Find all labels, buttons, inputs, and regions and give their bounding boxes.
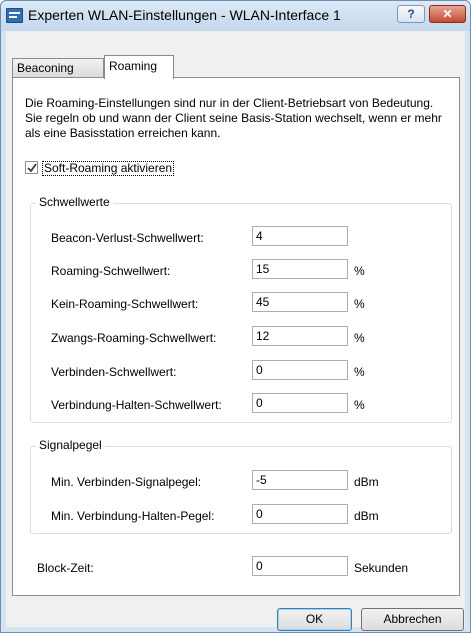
field-label: Min. Verbinden-Signalpegel:	[51, 475, 202, 489]
min-verbindung-halten-pegel-input[interactable]: 0	[252, 504, 348, 524]
help-button[interactable]: ?	[397, 5, 425, 23]
soft-roaming-checkbox[interactable]	[25, 161, 38, 174]
block-zeit-input[interactable]: 0	[252, 556, 348, 576]
cancel-button[interactable]: Abbrechen	[361, 608, 464, 631]
checkmark-icon	[27, 163, 37, 173]
zwangs-roaming-input[interactable]: 12	[252, 326, 348, 346]
beacon-verlust-input[interactable]: 4	[252, 226, 348, 246]
field-label: Min. Verbindung-Halten-Pegel:	[51, 509, 215, 523]
block-zeit-label: Block-Zeit:	[37, 561, 94, 575]
field-label: Zwangs-Roaming-Schwellwert:	[51, 331, 217, 345]
group-schwellwerte-title: Schwellwerte	[36, 195, 113, 209]
close-button[interactable]: ✕	[429, 5, 466, 23]
roaming-schwellwert-input[interactable]: 15	[252, 259, 348, 279]
unit-label: Sekunden	[354, 561, 409, 575]
roaming-description: Die Roaming-Einstellungen sind nur in de…	[25, 96, 442, 140]
unit-label: dBm	[354, 475, 379, 489]
group-signalpegel-title: Signalpegel	[36, 438, 105, 452]
verbinden-schwellwert-input[interactable]: 0	[252, 360, 348, 380]
field-label: Kein-Roaming-Schwellwert:	[51, 297, 199, 311]
field-label: Verbinden-Schwellwert:	[51, 365, 177, 379]
window-title: Experten WLAN-Einstellungen - WLAN-Inter…	[28, 7, 341, 23]
unit-label: %	[354, 264, 365, 278]
verbindung-halten-schwellwert-input[interactable]: 0	[252, 393, 348, 413]
unit-label: %	[354, 331, 365, 345]
unit-label: %	[354, 297, 365, 311]
kein-roaming-input[interactable]: 45	[252, 292, 348, 312]
unit-label: dBm	[354, 509, 379, 523]
app-icon	[6, 8, 23, 23]
tab-beaconing[interactable]: Beaconing	[12, 58, 104, 77]
field-label: Roaming-Schwellwert:	[51, 264, 171, 278]
min-verbinden-signalpegel-input[interactable]: -5	[252, 470, 348, 490]
unit-label: %	[354, 398, 365, 412]
close-icon: ✕	[442, 7, 453, 21]
unit-label: %	[354, 365, 365, 379]
field-label: Verbindung-Halten-Schwellwert:	[51, 398, 222, 412]
field-label: Beacon-Verlust-Schwellwert:	[51, 231, 204, 245]
soft-roaming-label[interactable]: Soft-Roaming aktivieren	[42, 161, 175, 176]
tab-roaming[interactable]: Roaming	[104, 55, 174, 79]
ok-button[interactable]: OK	[277, 608, 352, 631]
